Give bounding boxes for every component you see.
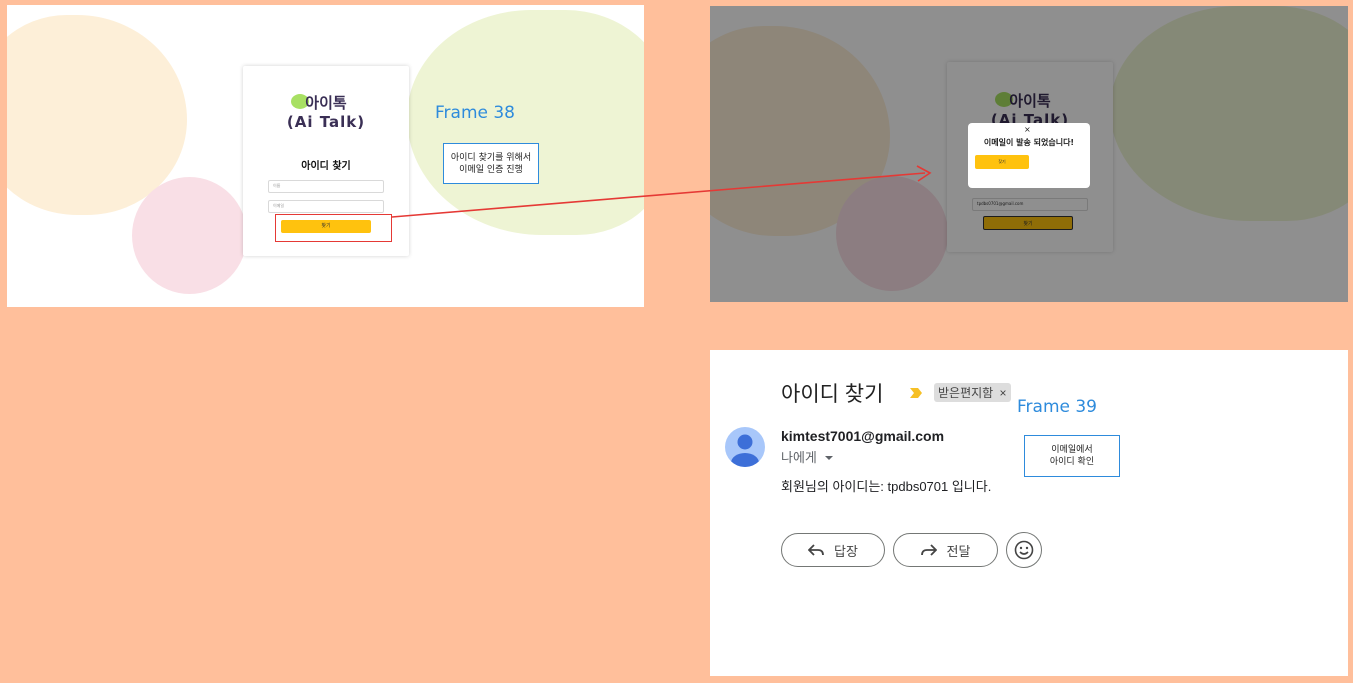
forward-button[interactable]: 전달: [893, 533, 998, 567]
ai-talk-logo: 아이톡 (Ai Talk): [273, 92, 379, 131]
page-title: 아이디 찾기: [301, 161, 351, 172]
sender-avatar: [725, 427, 765, 467]
chevron-down-icon: [824, 456, 833, 460]
logo-line1: 아이톡: [305, 94, 347, 112]
reply-label: 답장: [834, 543, 858, 559]
bg-blob-pink: [132, 177, 247, 294]
chip-close-icon[interactable]: ×: [1000, 386, 1007, 400]
modal-message: 이메일이 발송 되었습니다!: [983, 138, 1075, 147]
annotation-text: 아이디 찾기를 위해서 이메일 인증 진행: [450, 152, 532, 175]
email-input[interactable]: 이메일: [268, 200, 384, 213]
modal-confirm-button[interactable]: 찾기: [975, 155, 1029, 169]
emoji-reaction-button[interactable]: [1006, 532, 1042, 568]
recipient-toggle[interactable]: 나에게: [781, 447, 834, 466]
frame-find-id: 아이톡 (Ai Talk) 아이디 찾기 이름 이메일 찾기 Frame 38 …: [7, 5, 644, 307]
email-subject: 아이디 찾기: [781, 383, 884, 406]
highlight-box: [275, 214, 392, 242]
annotation-text: 이메일에서 아이디 확인: [1049, 445, 1095, 467]
annotation-note: 이메일에서 아이디 확인: [1024, 435, 1120, 477]
modal-close-button[interactable]: ×: [1024, 125, 1031, 134]
email-sent-modal: × 이메일이 발송 되었습니다! 찾기: [968, 123, 1090, 188]
forward-icon: [920, 544, 937, 556]
emoji-icon: [1014, 540, 1034, 560]
frame-gmail: 아이디 찾기 받은편지함 × Frame 39 kimtest7001@gmai…: [710, 350, 1348, 676]
frame-label: Frame 39: [1017, 397, 1098, 417]
name-input[interactable]: 이름: [268, 180, 384, 193]
forward-label: 전달: [946, 543, 971, 559]
recipient-label: 나에게: [781, 450, 817, 465]
email-body: 회원님의 아이디는: tpdbs0701 입니다.: [781, 479, 992, 494]
annotation-note: 아이디 찾기를 위해서 이메일 인증 진행: [443, 143, 539, 184]
logo-line2: (Ai Talk): [286, 113, 366, 131]
frame-email-sent: 아이톡 (Ai Talk) tpdbs0701@gmail.com 찾기 × 이…: [710, 6, 1348, 302]
avatar-person-icon: [731, 434, 759, 467]
inbox-label-chip[interactable]: 받은편지함 ×: [934, 383, 1011, 402]
inbox-label: 받은편지함: [938, 386, 994, 400]
label-arrow-icon: [910, 388, 922, 398]
frame-label: Frame 38: [435, 103, 516, 123]
reply-icon: [808, 544, 824, 556]
reply-button[interactable]: 답장: [781, 533, 885, 567]
sender-email[interactable]: kimtest7001@gmail.com: [781, 428, 944, 444]
